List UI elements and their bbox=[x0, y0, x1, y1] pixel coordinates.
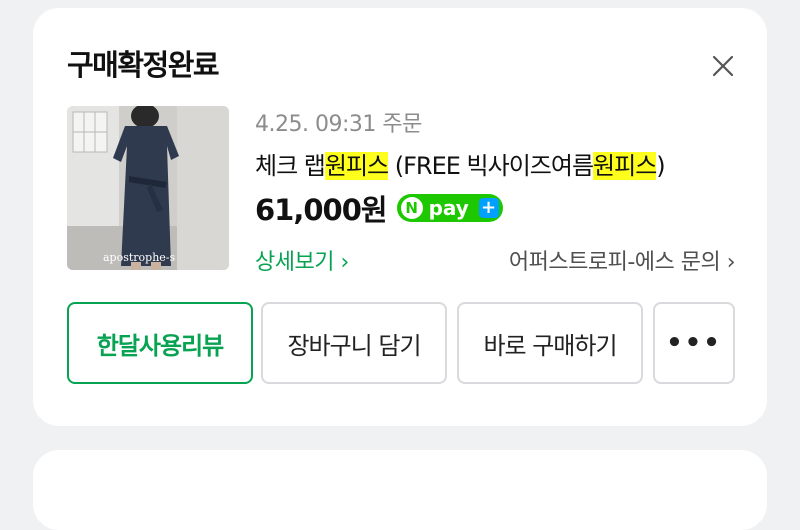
product-thumbnail[interactable]: apostrophe-s bbox=[67, 106, 229, 270]
price: 61,000원 bbox=[255, 193, 388, 227]
next-order-card bbox=[33, 450, 767, 530]
order-card: 구매확정완료 apostrophe-s 4.25. 09:31 주문 체크 랩원… bbox=[33, 8, 767, 426]
close-icon[interactable] bbox=[709, 52, 737, 80]
thumbnail-caption: apostrophe-s bbox=[103, 251, 176, 264]
buy-now-button[interactable]: 바로 구매하기 bbox=[457, 302, 643, 384]
npay-label: pay bbox=[428, 196, 469, 220]
product-name-part: ) bbox=[656, 152, 665, 180]
npay-badge: N pay + bbox=[396, 194, 503, 222]
npay-plus-icon: + bbox=[478, 198, 499, 218]
add-to-cart-button[interactable]: 장바구니 담기 bbox=[261, 302, 447, 384]
product-name-part: 체크 랩 bbox=[255, 152, 326, 180]
product-name-highlight: 원피스 bbox=[593, 152, 657, 180]
npay-n-icon: N bbox=[400, 197, 423, 219]
price-row: 61,000원 N pay + bbox=[255, 190, 503, 227]
seller-inquiry-link[interactable]: 어퍼스트로피-에스 문의 › bbox=[509, 244, 736, 276]
product-image bbox=[67, 106, 229, 270]
order-links: 상세보기 › 어퍼스트로피-에스 문의 › bbox=[255, 244, 736, 278]
more-button[interactable]: ••• bbox=[653, 302, 735, 384]
detail-link[interactable]: 상세보기 › bbox=[255, 244, 349, 276]
order-status-title: 구매확정완료 bbox=[67, 48, 220, 82]
order-date: 4.25. 09:31 주문 bbox=[255, 112, 422, 137]
product-name-highlight: 원피스 bbox=[324, 152, 389, 180]
product-name[interactable]: 체크 랩원피스 (FREE 빅사이즈여름원피스) bbox=[255, 146, 666, 181]
product-name-part: (FREE 빅사이즈여름 bbox=[388, 152, 594, 180]
review-button[interactable]: 한달사용리뷰 bbox=[67, 302, 253, 384]
